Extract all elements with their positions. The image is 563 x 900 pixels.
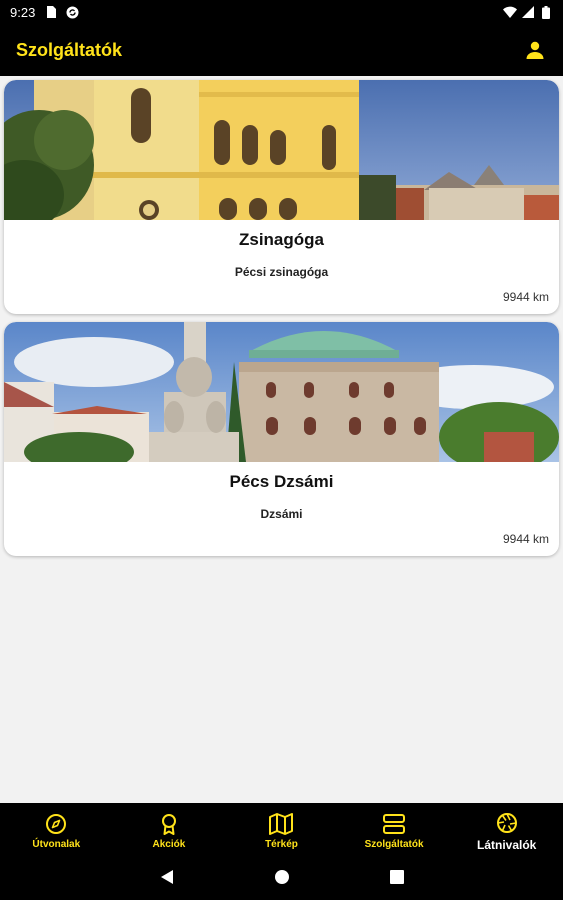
card-title: Pécs Dzsámi xyxy=(229,472,334,491)
aperture-icon xyxy=(495,811,519,835)
service-card-pecs-dzsami[interactable]: Pécs Dzsámi Dzsámi 9944 km xyxy=(4,322,559,556)
award-icon xyxy=(157,812,181,836)
person-icon xyxy=(526,41,544,59)
recents-button[interactable] xyxy=(389,870,404,889)
signal-icon xyxy=(521,5,535,19)
service-card-zsinagoga[interactable]: Zsinagóga Pécsi zsinagóga 9944 km xyxy=(4,80,559,314)
service-list: Zsinagóga Pécsi zsinagóga 9944 km Pécs D… xyxy=(0,76,563,803)
nav-item-utvonalak[interactable]: Útvonalak xyxy=(0,803,113,859)
nav-item-akciok[interactable]: Akciók xyxy=(113,803,226,859)
home-button[interactable] xyxy=(274,869,290,890)
app-bar: Szolgáltatók xyxy=(0,24,563,76)
card-subtitle: Dzsámi xyxy=(260,507,303,521)
sync-icon xyxy=(65,5,79,19)
back-button[interactable] xyxy=(160,869,174,890)
back-triangle-icon xyxy=(160,870,173,884)
nav-item-szolgaltatok[interactable]: Szolgáltatók xyxy=(338,803,451,859)
system-navigation-bar xyxy=(0,859,563,900)
nav-item-latnivalok[interactable]: Látnivalók xyxy=(450,803,563,859)
recents-square-icon xyxy=(389,870,404,884)
map-icon xyxy=(269,812,294,836)
wifi-icon xyxy=(503,5,517,19)
compass-icon xyxy=(44,812,68,836)
card-distance: 9944 km xyxy=(502,532,549,546)
bottom-navigation: Útvonalak Akciók Térkép Szolgáltatók Lát… xyxy=(0,803,563,859)
profile-button[interactable] xyxy=(523,38,547,62)
nav-label: Térkép xyxy=(265,839,298,850)
nav-label: Szolgáltatók xyxy=(364,839,424,850)
nav-label: Látnivalók xyxy=(476,837,537,852)
mosque-photo xyxy=(4,322,559,462)
synagogue-photo xyxy=(4,80,559,220)
battery-icon xyxy=(539,5,553,19)
card-title: Zsinagóga xyxy=(238,230,324,249)
servers-icon xyxy=(382,812,406,836)
card-subtitle: Pécsi zsinagóga xyxy=(234,265,329,279)
status-bar: 9:23 xyxy=(0,0,563,24)
card-distance: 9944 km xyxy=(502,290,549,304)
sd-card-icon xyxy=(43,5,57,19)
page-title: Szolgáltatók xyxy=(16,39,123,60)
nav-item-terkep[interactable]: Térkép xyxy=(225,803,338,859)
nav-label: Akciók xyxy=(152,839,186,850)
nav-label: Útvonalak xyxy=(32,839,81,850)
status-time: 9:23 xyxy=(10,4,36,20)
home-circle-icon xyxy=(274,870,289,884)
